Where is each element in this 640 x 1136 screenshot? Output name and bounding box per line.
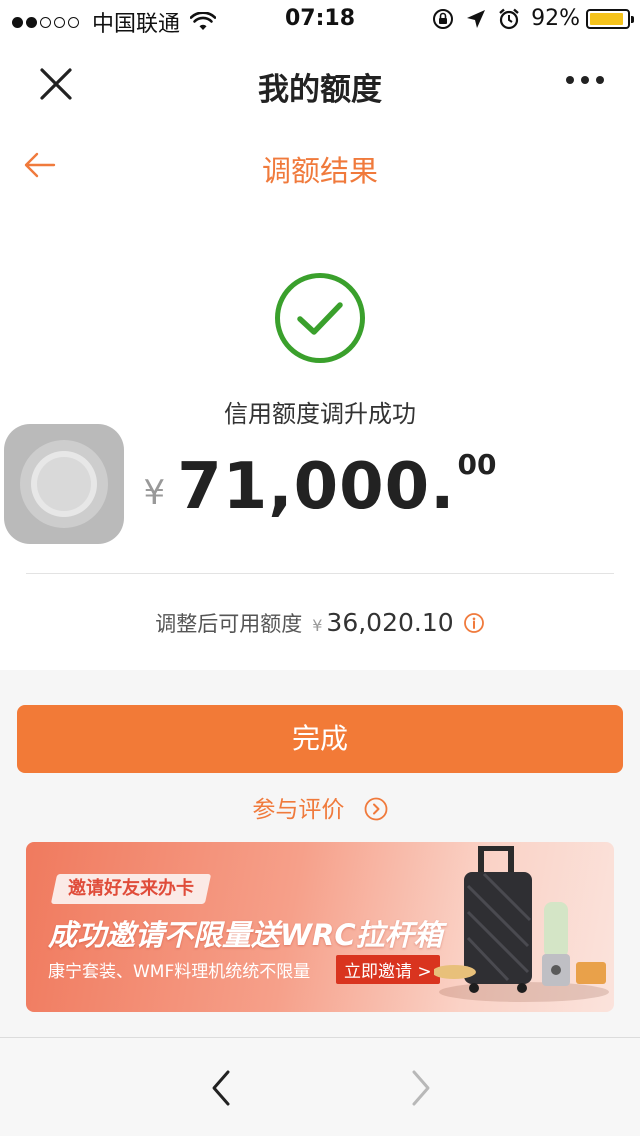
done-button[interactable]: 完成	[17, 705, 623, 773]
available-credit-row: 调整后可用额度 ¥36,020.10	[0, 608, 640, 638]
invite-now-button[interactable]: 立即邀请 >	[336, 955, 440, 984]
more-dots-icon[interactable]	[559, 76, 604, 84]
battery-icon	[586, 8, 634, 29]
location-arrow-icon	[467, 9, 486, 28]
amount-integer: 71,000.	[177, 450, 456, 524]
available-value: 36,020.10	[326, 608, 454, 637]
invite-promo-banner[interactable]: 邀请好友来办卡 成功邀请不限量送WRC拉杆箱 康宁套装、WMF料理机统统不限量 …	[26, 842, 614, 1012]
forward-chevron-icon	[412, 1070, 430, 1106]
assistive-touch-center	[37, 457, 91, 511]
available-label: 调整后可用额度	[155, 612, 303, 636]
nav-bar: 我的额度	[0, 40, 640, 128]
currency-symbol: ¥	[143, 473, 166, 513]
review-label: 参与评价	[252, 797, 345, 823]
banner-tag-text: 邀请好友来办卡	[68, 878, 194, 899]
success-check-icon	[275, 273, 365, 363]
assistive-touch-button[interactable]	[4, 424, 124, 544]
result-card: 调额结果 信用额度调升成功 ¥71,000.00 调整后可用额度 ¥36,020.…	[0, 128, 640, 670]
more-dot	[566, 76, 574, 84]
available-currency-symbol: ¥	[312, 616, 323, 635]
info-icon[interactable]	[463, 612, 485, 634]
banner-tag: 邀请好友来办卡	[50, 874, 212, 904]
battery-percent: 92%	[531, 6, 580, 31]
more-dot	[581, 76, 589, 84]
back-chevron-icon[interactable]	[204, 1068, 240, 1108]
more-dot	[596, 76, 604, 84]
chevron-right-circle-icon	[364, 797, 388, 821]
review-link[interactable]: 参与评价	[0, 790, 640, 824]
divider	[26, 573, 614, 574]
page-title: 我的额度	[258, 72, 382, 108]
browser-toolbar	[0, 1037, 640, 1136]
rotation-lock-icon	[433, 8, 454, 29]
result-subtitle: 调额结果	[261, 154, 378, 188]
banner-headline: 成功邀请不限量送WRC拉杆箱	[48, 918, 443, 952]
status-right: 92%	[421, 6, 634, 31]
status-bar: 中国联通 07:18 92%	[0, 0, 640, 40]
banner-subtext: 康宁套装、WMF料理机统统不限量	[48, 962, 311, 982]
amount-cents: 00	[457, 448, 497, 481]
suitcase-product-illustration	[434, 846, 609, 1002]
battery-level-fill	[590, 12, 623, 25]
alarm-icon	[499, 8, 519, 29]
